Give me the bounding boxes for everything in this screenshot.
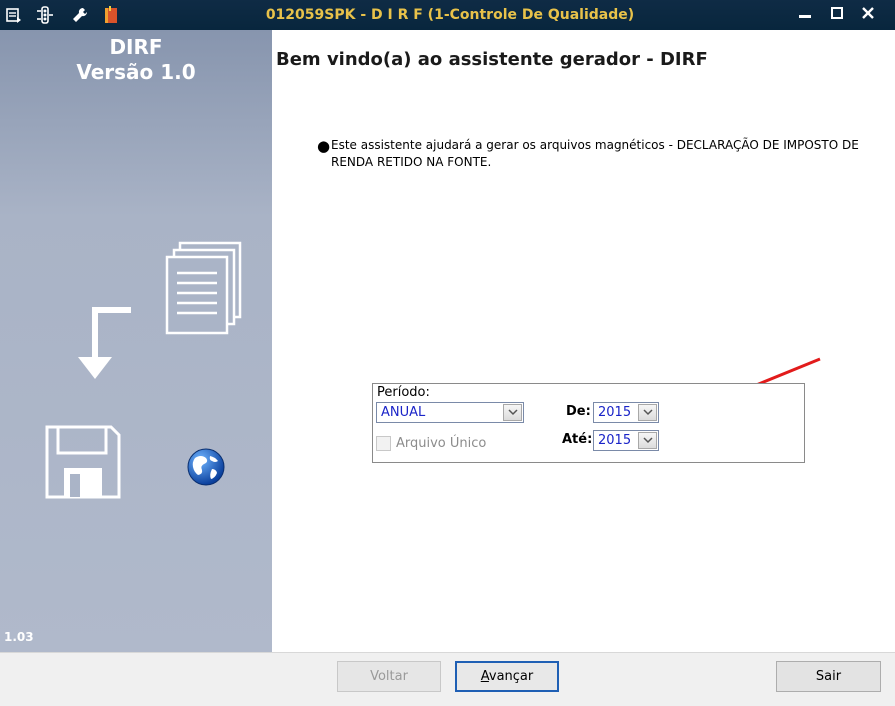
period-select[interactable]: ANUAL: [376, 402, 524, 423]
arrow-down-icon: [78, 307, 131, 379]
globe-icon: [187, 448, 225, 486]
sidebar-title: DIRF Versão 1.0: [0, 35, 272, 85]
de-year-value: 2015: [598, 405, 632, 420]
wizard-content: Bem vindo(a) ao assistente gerador - DIR…: [272, 30, 895, 652]
build-version: 1.03: [4, 630, 34, 644]
chevron-down-icon[interactable]: [638, 404, 657, 421]
period-label: Período:: [377, 385, 430, 400]
ate-label: Até:: [562, 432, 593, 447]
footer-bar: Voltar Avançar Sair: [0, 652, 895, 706]
floppy-disk-icon: [45, 425, 121, 499]
page-title: Bem vindo(a) ao assistente gerador - DIR…: [276, 49, 708, 70]
maximize-button[interactable]: [825, 6, 849, 24]
window-title: 012059SPK - D I R F (1-Controle De Quali…: [265, 7, 635, 23]
ate-year-select[interactable]: 2015: [593, 430, 659, 451]
settings-icon[interactable]: [35, 5, 55, 25]
chevron-down-icon[interactable]: [638, 432, 657, 449]
minimize-button[interactable]: [793, 6, 817, 24]
arquivo-unico-checkbox[interactable]: [376, 436, 391, 451]
voltar-button[interactable]: Voltar: [337, 661, 441, 692]
documents-icon: [165, 241, 242, 335]
description-text: Este assistente ajudará a gerar os arqui…: [331, 138, 859, 169]
wrench-icon[interactable]: [70, 5, 90, 25]
arquivo-unico-label: Arquivo Único: [396, 436, 487, 451]
avancar-label: vançar: [488, 669, 534, 684]
app-version: Versão 1.0: [76, 60, 196, 84]
sidebar-panel: DIRF Versão 1.0 1.03: [0, 30, 272, 652]
period-value: ANUAL: [381, 405, 426, 420]
chevron-down-icon[interactable]: [503, 404, 522, 421]
menu-icon[interactable]: [4, 5, 24, 25]
sair-button[interactable]: Sair: [776, 661, 881, 692]
book-icon[interactable]: [101, 5, 121, 25]
period-group: Período: ANUAL Arquivo Único De: 2015 At…: [372, 383, 805, 463]
app-name: DIRF: [109, 35, 163, 59]
close-button[interactable]: [856, 6, 880, 24]
de-year-select[interactable]: 2015: [593, 402, 659, 423]
title-bar: 012059SPK - D I R F (1-Controle De Quali…: [0, 0, 895, 30]
de-label: De:: [566, 404, 591, 419]
avancar-accelerator: A: [480, 669, 489, 684]
avancar-button[interactable]: Avançar: [455, 661, 559, 692]
ate-year-value: 2015: [598, 433, 632, 448]
